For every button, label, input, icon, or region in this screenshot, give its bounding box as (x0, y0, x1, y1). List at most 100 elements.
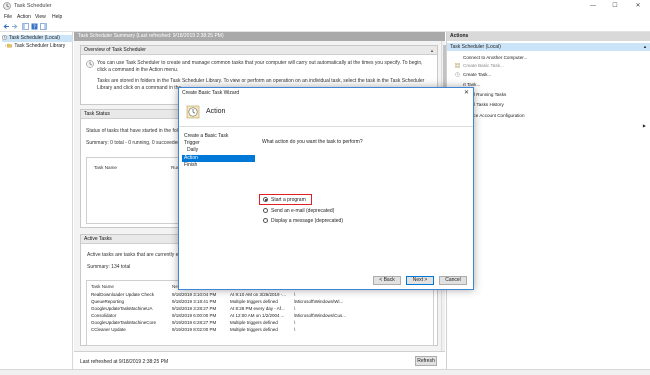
minimize-button[interactable]: — (582, 1, 604, 11)
folder-icon (7, 43, 13, 48)
back-button[interactable]: < Back (373, 276, 401, 285)
status-bar (0, 369, 650, 375)
location-cell: \Microsoft\Windows\Wi... (294, 299, 344, 304)
radio-button[interactable] (263, 208, 268, 213)
toolbar: ? (0, 21, 650, 32)
tree-item-label: Task Scheduler Library (14, 43, 66, 49)
triggers-cell: At 8:28 PM every day - Af... (230, 306, 285, 311)
radio-start-a-program[interactable]: Start a program (263, 197, 306, 205)
forward-arrow-icon[interactable] (11, 23, 18, 30)
task-scheduler-overview-icon (86, 60, 94, 68)
tree-item-task-scheduler-local[interactable]: Task Scheduler (Local) (2, 35, 72, 42)
dialog-button-bar: < Back Next > Cancel (179, 272, 473, 289)
location-cell: \ (294, 306, 296, 311)
overview-section-header[interactable]: Overview of Task Scheduler ▲ (81, 46, 437, 55)
action-label: Connect to Another Computer... (463, 55, 528, 60)
close-button[interactable]: ✕ (627, 1, 649, 11)
computer-icon (455, 55, 460, 60)
cancel-button[interactable]: Cancel (439, 276, 467, 285)
wizard-step-daily[interactable]: Daily (182, 147, 255, 154)
console-tree: Task Scheduler (Local) › Task Scheduler L… (0, 32, 73, 369)
tree-item-label: Task Scheduler (Local) (9, 35, 60, 41)
active-tasks-title: Active Tasks (84, 236, 112, 242)
chevron-right-icon[interactable]: › (5, 43, 6, 48)
actions-subheader[interactable]: Task Scheduler (Local) ▲ (447, 43, 650, 51)
show-hide-action-pane-icon[interactable] (40, 23, 47, 30)
maximize-button[interactable]: ☐ (604, 1, 626, 11)
dialog-title-bar: Create Basic Task Wizard (179, 88, 473, 98)
triggers-cell: Multiple triggers defined (230, 327, 278, 332)
task-name-cell: RealDownloader Update Check (91, 292, 155, 297)
location-cell: \ (294, 320, 296, 325)
task-status-summary: Summary: 0 total - 0 running, 0 succeede… (86, 140, 186, 146)
create-task-icon (455, 72, 460, 77)
task-name-cell: CCleaner Update (91, 327, 126, 332)
refresh-button[interactable]: Refresh (415, 356, 437, 366)
radio-button[interactable] (263, 218, 268, 223)
actions-header: Actions (447, 32, 650, 41)
help-icon[interactable]: ? (31, 23, 38, 30)
next-run-cell: 9/18/2019 6:00:00 PM (172, 313, 217, 318)
next-run-cell: 9/18/2019 3:28:27 PM (172, 306, 217, 311)
column-header-task-name[interactable]: Task Name (91, 284, 114, 289)
collapse-icon[interactable]: ▲ (643, 43, 647, 51)
column-header-task-name[interactable]: Task Name (94, 165, 117, 170)
action-connect-to-another-computer[interactable]: Connect to Another Computer... (455, 55, 527, 60)
action-create-task[interactable]: Create Task... (455, 72, 491, 77)
location-cell: \Microsoft\Windows\Cus... (294, 313, 347, 318)
action-view[interactable] (455, 123, 645, 128)
wizard-step-action[interactable]: Action (182, 155, 255, 162)
tree-item-task-scheduler-library[interactable]: › Task Scheduler Library (5, 43, 65, 50)
radio-label: Send an e-mail (deprecated) (271, 208, 335, 214)
create-basic-task-icon (455, 63, 460, 68)
triggers-cell: At 9:10 AM on 3/26/2019 -... (230, 292, 287, 297)
dialog-header: Action (179, 98, 473, 127)
wizard-content: What action do you want the task to perf… (257, 127, 473, 272)
action-label: Create Basic Task... (463, 63, 504, 68)
radio-display-a-message[interactable]: Display a message (deprecated) (263, 218, 343, 226)
triggers-cell: Multiple triggers defined (230, 299, 278, 304)
menu-bar: File Action View Help (0, 12, 650, 21)
wizard-step-trigger[interactable]: Trigger (182, 140, 255, 147)
location-cell: \ (294, 292, 296, 297)
task-name-cell: GoogleUpdateTaskMachineCore (91, 320, 157, 325)
next-run-cell: 9/18/2019 3:18:41 PM (172, 299, 217, 304)
next-run-cell: 9/19/2019 6:28:27 PM (172, 320, 217, 325)
dialog-heading: Action (206, 108, 226, 115)
task-status-description: Status of tasks that have started in the… (86, 128, 182, 134)
next-run-cell: 9/18/2019 3:10:04 PM (172, 292, 217, 297)
menu-view[interactable]: View (35, 14, 46, 20)
wizard-steps: Create a Basic Task Trigger Daily Action… (179, 127, 255, 272)
radio-label: Start a program (271, 197, 306, 203)
next-button[interactable]: Next > (406, 276, 434, 285)
next-run-cell: 9/19/2019 8:02:00 PM (172, 327, 217, 332)
wizard-step-create-basic-task[interactable]: Create a Basic Task (182, 133, 255, 140)
svg-text:?: ? (33, 25, 36, 30)
collapse-icon[interactable]: ▲ (430, 46, 434, 55)
triggers-cell: Multiple triggers defined (230, 320, 278, 325)
active-tasks-description: Active tasks are tasks that are currentl… (87, 252, 187, 258)
task-name-cell: GoogleUpdateTaskMachineUA (91, 306, 153, 311)
window-title: Task Scheduler (14, 3, 52, 9)
radio-send-an-email[interactable]: Send an e-mail (deprecated) (263, 208, 334, 216)
wizard-clock-icon (186, 105, 200, 119)
task-name-cell: Consolidator (91, 313, 117, 318)
back-arrow-icon[interactable] (3, 23, 10, 30)
triggers-cell: At 12:00 AM on 1/2/2004 ... (230, 313, 285, 318)
task-status-title: Task Status (84, 111, 110, 117)
action-question: What action do you want the task to perf… (262, 139, 363, 145)
action-create-basic-task[interactable]: Create Basic Task... (455, 63, 504, 68)
task-scheduler-app-icon (3, 2, 11, 10)
menu-file[interactable]: File (4, 14, 12, 20)
overview-title: Overview of Task Scheduler (84, 47, 146, 53)
dialog-title: Create Basic Task Wizard (182, 90, 240, 96)
wizard-step-finish[interactable]: Finish (182, 162, 255, 169)
menu-help[interactable]: Help (52, 14, 62, 20)
submenu-arrow-icon[interactable]: ▶ (643, 123, 646, 128)
radio-button-checked[interactable] (263, 197, 268, 202)
radio-label: Display a message (deprecated) (271, 218, 343, 224)
center-footer: Last refreshed at 9/18/2019 2:38:25 PM R… (74, 351, 445, 369)
show-hide-console-tree-icon[interactable] (22, 23, 29, 30)
dialog-close-button[interactable]: ✕ (464, 88, 469, 98)
menu-action[interactable]: Action (17, 14, 31, 20)
